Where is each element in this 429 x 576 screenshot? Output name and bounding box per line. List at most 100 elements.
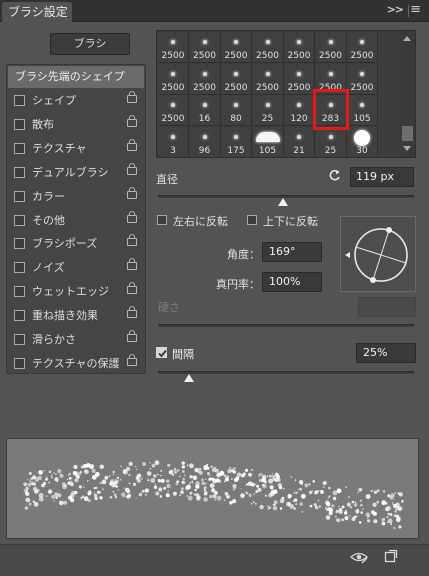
option-item[interactable]: テクスチャ — [8, 137, 144, 160]
brush-tip-cell[interactable]: 2500 — [189, 63, 221, 95]
roundness-input[interactable]: 100% — [262, 272, 322, 292]
brush-tip-icon — [234, 71, 238, 76]
lock-icon[interactable] — [127, 306, 137, 319]
option-checkbox[interactable] — [14, 286, 25, 298]
brush-tip-icon — [297, 103, 301, 107]
brush-tip-cell[interactable]: 105 — [347, 95, 378, 126]
option-item[interactable]: 散布 — [8, 113, 144, 136]
scroll-thumb[interactable] — [402, 126, 413, 141]
brush-tip-cell[interactable]: 2500 — [158, 95, 189, 126]
option-checkbox[interactable] — [14, 214, 25, 226]
brushes-button[interactable]: ブラシ — [50, 33, 130, 55]
brush-tip-cell[interactable]: 175 — [221, 126, 252, 158]
spacing-slider-thumb[interactable] — [183, 374, 194, 382]
option-checkbox[interactable] — [14, 166, 25, 178]
new-brush-icon[interactable] — [384, 549, 398, 563]
option-item[interactable]: ノイズ — [8, 256, 144, 279]
brush-tip-cell[interactable]: 25 — [252, 95, 284, 126]
option-item[interactable]: その他 — [8, 209, 144, 232]
lock-icon[interactable] — [127, 114, 137, 127]
brush-tip-icon — [265, 71, 270, 76]
option-item[interactable]: ウェットエッジ — [8, 280, 144, 303]
brush-size-label: 105 — [258, 145, 277, 156]
option-checkbox[interactable] — [14, 190, 25, 202]
flip-y-checkbox[interactable] — [247, 215, 257, 225]
brush-tip-icon — [255, 131, 280, 142]
option-checkbox[interactable] — [14, 142, 25, 154]
option-item[interactable]: テクスチャの保護 — [8, 352, 144, 375]
spacing-input[interactable]: 25% — [356, 343, 416, 363]
option-checkbox[interactable] — [14, 262, 25, 274]
brush-tip-cell[interactable]: 2500 — [189, 32, 221, 63]
lock-icon[interactable] — [127, 91, 137, 103]
option-checkbox[interactable] — [14, 118, 25, 130]
option-item[interactable]: デュアルブラシ — [8, 161, 144, 184]
brush-tip-cell[interactable]: 96 — [189, 126, 221, 158]
option-item[interactable]: ブラシポーズ — [8, 232, 144, 255]
spacing-slider[interactable] — [158, 371, 414, 374]
collapse-icon[interactable]: >> — [387, 3, 404, 16]
brush-tip-cell[interactable]: 2500 — [347, 32, 378, 63]
brush-tip-cell[interactable]: 2500 — [284, 63, 315, 95]
eye-icon[interactable] — [350, 550, 368, 564]
brush-tip-cell[interactable]: 3 — [158, 126, 189, 158]
lock-icon[interactable] — [127, 234, 137, 247]
scroll-down-icon[interactable] — [403, 146, 411, 151]
option-checkbox[interactable] — [14, 334, 25, 345]
brush-tip-cell[interactable]: 2500 — [252, 32, 284, 63]
hardness-label: 硬さ — [158, 301, 180, 314]
option-label: カラー — [32, 189, 65, 203]
lock-icon[interactable] — [127, 186, 137, 199]
brush-tip-cell[interactable]: 105 — [252, 126, 284, 158]
brush-tip-cell[interactable]: 16 — [189, 95, 221, 126]
lock-icon[interactable] — [127, 258, 137, 271]
lock-icon[interactable] — [127, 282, 137, 295]
brush-tip-cell[interactable]: 2500 — [347, 63, 378, 95]
option-checkbox[interactable] — [14, 357, 25, 369]
lock-icon[interactable] — [127, 330, 137, 342]
option-item[interactable]: カラー — [8, 185, 144, 208]
brush-tip-cell[interactable]: 2500 — [158, 32, 189, 63]
spacing-checkbox[interactable] — [156, 347, 167, 358]
brush-tip-cell[interactable]: 2500 — [221, 32, 252, 63]
option-checkbox[interactable] — [14, 310, 25, 322]
diameter-slider-thumb[interactable] — [278, 198, 289, 206]
option-checkbox[interactable] — [14, 95, 25, 106]
brush-tip-cell[interactable]: 21 — [284, 126, 315, 158]
option-item[interactable]: 滑らかさ — [8, 328, 144, 351]
brush-tip-cell[interactable]: 2500 — [252, 63, 284, 95]
brush-tip-cell[interactable]: 30 — [347, 126, 378, 158]
tab-brush-settings[interactable]: ブラシ設定 — [2, 2, 72, 22]
option-brush-tip-shape[interactable]: ブラシ先端のシェイプ — [8, 66, 144, 88]
lock-icon[interactable] — [127, 353, 137, 366]
brush-tip-icon — [297, 71, 301, 76]
brush-tip-cell[interactable]: 80 — [221, 95, 252, 126]
option-label: シェイプ — [32, 94, 76, 107]
angle-roundness-dial[interactable] — [340, 216, 416, 292]
angle-input[interactable]: 169° — [262, 242, 322, 262]
menu-icon[interactable]: ≡ — [410, 2, 421, 17]
flip-x-checkbox[interactable] — [157, 215, 167, 225]
flip-x-label: 左右に反転 — [173, 215, 228, 228]
option-item[interactable]: シェイプ — [8, 89, 144, 112]
brush-size-label: 2500 — [193, 82, 216, 93]
brush-size-label: 120 — [290, 114, 308, 124]
option-checkbox[interactable] — [14, 238, 25, 250]
brush-size-label: 105 — [353, 114, 371, 124]
brush-tip-cell[interactable]: 120 — [284, 95, 315, 126]
brush-tip-cell[interactable]: 2500 — [284, 32, 315, 63]
selected-brush-highlight — [313, 89, 349, 130]
diameter-input[interactable]: 119 px — [350, 167, 414, 187]
lock-icon[interactable] — [127, 138, 137, 151]
brush-tip-cell[interactable]: 2500 — [158, 63, 189, 95]
brush-size-label: 2500 — [193, 51, 216, 61]
lock-icon[interactable] — [127, 162, 137, 175]
brush-tip-icon — [360, 103, 364, 107]
reset-size-icon[interactable] — [328, 168, 342, 182]
lock-icon[interactable] — [127, 210, 137, 223]
brush-tip-cell[interactable]: 2500 — [315, 32, 347, 63]
scroll-up-icon[interactable] — [403, 36, 411, 41]
brush-tip-cell[interactable]: 2500 — [221, 63, 252, 95]
option-item[interactable]: 重ね描き効果 — [8, 304, 144, 327]
brush-tip-cell[interactable]: 25 — [315, 126, 347, 158]
